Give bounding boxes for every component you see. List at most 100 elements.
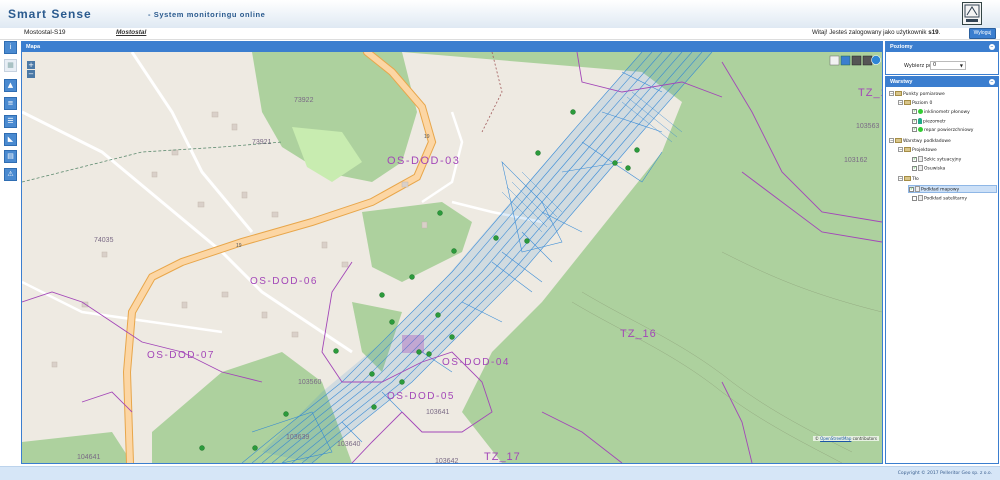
parcel-number: 103639 — [286, 434, 309, 441]
checkbox[interactable]: ✓ — [912, 165, 917, 171]
zoom-in-button[interactable]: + — [27, 61, 35, 69]
layer-label: Projektowe — [912, 148, 937, 153]
collapse-node-icon[interactable]: − — [889, 91, 894, 96]
map-svg[interactable]: OS-DOD-03 OS-DOD-06 OS-DOD-07 OS-DOD-04 … — [22, 52, 882, 463]
layer-tree-item[interactable]: ✓ Szkic sytuacyjny — [912, 156, 961, 164]
collapse-node-icon[interactable]: − — [898, 147, 903, 152]
folder-icon — [904, 100, 911, 105]
left-toolbar: i ▦ ▲ ≡ ☰ ◣ ▤ ⚠ — [2, 41, 19, 464]
company-logo: Mostostal — [116, 29, 147, 36]
report-icon[interactable]: ◣ — [4, 133, 17, 146]
collapse-node-icon[interactable]: − — [889, 138, 894, 143]
layer-tree-item[interactable]: − Projektowe — [898, 147, 937, 155]
checkbox[interactable]: ✓ — [912, 127, 917, 132]
layers-panel: Warstwy − − Punkty pomiarowe − Poziom 0 ✓ in… — [885, 76, 999, 464]
layer-tree-item[interactable]: ✓ repar powierzchniowy — [912, 127, 973, 135]
parcel-number: 104641 — [77, 454, 100, 461]
layer-label: Szkic sytuacyjny — [924, 157, 962, 163]
zone-label: TZ_16 — [620, 328, 657, 340]
checkbox[interactable]: ✓ — [912, 109, 917, 114]
layer-tree-item[interactable]: ✓ Osuwiska — [912, 165, 945, 173]
parcel-number: 103162 — [844, 157, 867, 164]
piezometer-icon — [918, 118, 922, 124]
folder-icon — [904, 147, 911, 152]
document-icon — [918, 195, 923, 201]
map-panel: Mapa OS-DOD-03 OS-DOD-06 OS-DOD-07 OS-DO… — [21, 41, 883, 464]
parcel-number: 73921 — [252, 139, 272, 146]
parcel-number: 74035 — [94, 237, 114, 244]
attribution-suffix: contributors — [851, 436, 877, 441]
zoom-out-button[interactable]: − — [27, 70, 35, 78]
info-icon[interactable]: i — [4, 41, 17, 54]
zone-label: OS-DOD-03 — [387, 155, 460, 167]
zone-label: OS-DOD-06 — [250, 276, 318, 287]
user-bar: Mostostal-S19 Mostostal Witaj! Jesteś za… — [0, 28, 1000, 40]
levels-title-text: Poziomy — [890, 44, 913, 50]
layer-tree-item[interactable]: ✓ piezometr — [912, 118, 946, 126]
checkbox[interactable] — [912, 195, 917, 201]
levels-panel: Poziomy − Wybierz poziom: 0 ▼ — [885, 41, 999, 75]
folder-icon — [895, 138, 902, 143]
layer-label: Punkty pomiarowe — [903, 92, 945, 97]
document-icon — [918, 165, 923, 171]
layer-tree-item[interactable]: Podkład satelitarny — [912, 195, 967, 203]
level-selected-value: 0 — [933, 62, 937, 68]
layer-tree-item[interactable]: − Poziom 0 — [898, 100, 932, 108]
institution-logo-icon — [962, 2, 982, 25]
document-icon — [915, 186, 920, 192]
layers-icon[interactable]: ≡ — [4, 97, 17, 110]
checkbox[interactable]: ✓ — [909, 186, 914, 192]
zone-label: OS-DOD-07 — [147, 350, 215, 361]
layer-tree-item[interactable]: − Warstwy podkładowe — [889, 138, 951, 146]
logout-button[interactable]: Wyloguj — [969, 28, 996, 39]
collapse-layers-icon[interactable]: − — [989, 79, 995, 85]
zone-label: OS-DOD-05 — [387, 391, 455, 402]
app-footer: Copyright © 2017 Pelleritor Geo sp. z o.… — [0, 466, 1000, 480]
checkbox[interactable]: ✓ — [912, 156, 917, 162]
road-number: 19 — [236, 243, 242, 249]
welcome-suffix: . — [938, 29, 941, 36]
layer-label: repar powierzchniowy — [924, 128, 974, 133]
layer-label: piezometr — [923, 119, 946, 125]
map-canvas[interactable]: OS-DOD-03 OS-DOD-06 OS-DOD-07 OS-DOD-04 … — [22, 52, 882, 463]
zone-label: TZ_15 — [858, 87, 882, 99]
parcel-number: 73922 — [294, 97, 314, 104]
layer-tree-item[interactable]: − Tło — [898, 176, 919, 184]
parcel-number: 103641 — [426, 409, 449, 416]
zone-label: OS-DOD-04 — [442, 357, 510, 368]
layer-tree-item[interactable]: − Punkty pomiarowe — [889, 91, 945, 99]
document-icon[interactable]: ▤ — [4, 150, 17, 163]
map-tools[interactable] — [829, 55, 881, 66]
app-header: Smart Sense - System monitoringu online — [0, 0, 1000, 28]
folder-icon — [895, 91, 902, 96]
chevron-down-icon: ▼ — [959, 63, 963, 68]
inclinometer-icon — [918, 109, 923, 114]
layer-label: Podkład mapowy — [921, 187, 960, 193]
username: s19 — [928, 29, 939, 36]
parcel-number: 103642 — [435, 458, 458, 463]
collapse-node-icon[interactable]: − — [898, 176, 903, 181]
collapse-levels-icon[interactable]: − — [989, 44, 995, 50]
project-name: Mostostal-S19 — [24, 29, 66, 36]
chart-icon[interactable]: ▲ — [4, 79, 17, 92]
parcel-number: 103560 — [298, 379, 321, 386]
checkbox[interactable]: ✓ — [912, 118, 917, 124]
layer-label: Osuwiska — [924, 166, 946, 172]
layer-tree-item[interactable]: ✓ inklinometr płonowy — [912, 109, 970, 117]
layer-label: Podkład satelitarny — [924, 196, 968, 202]
layer-tree-item-selected[interactable]: ✓ Podkład mapowy — [908, 185, 997, 193]
map-panel-title: Mapa — [22, 42, 882, 52]
app-tagline: - System monitoringu online — [148, 10, 266, 19]
folder-icon — [904, 176, 911, 181]
layer-label: Tło — [912, 177, 919, 182]
grid-icon[interactable]: ▦ — [4, 59, 17, 72]
level-select[interactable]: 0 ▼ — [930, 61, 966, 70]
zone-label: TZ_17 — [484, 451, 521, 463]
alert-icon[interactable]: ⚠ — [4, 168, 17, 181]
copyright-text: Copyright © 2017 Pelleritor Geo sp. z o.… — [897, 471, 992, 476]
list-icon[interactable]: ☰ — [4, 115, 17, 128]
collapse-node-icon[interactable]: − — [898, 100, 903, 105]
right-sidebar: Poziomy − Wybierz poziom: 0 ▼ Warstwy − − Pu… — [885, 41, 999, 464]
layer-label: inklinometr płonowy — [924, 110, 970, 115]
attribution-link[interactable]: OpenStreetMap — [820, 436, 851, 441]
